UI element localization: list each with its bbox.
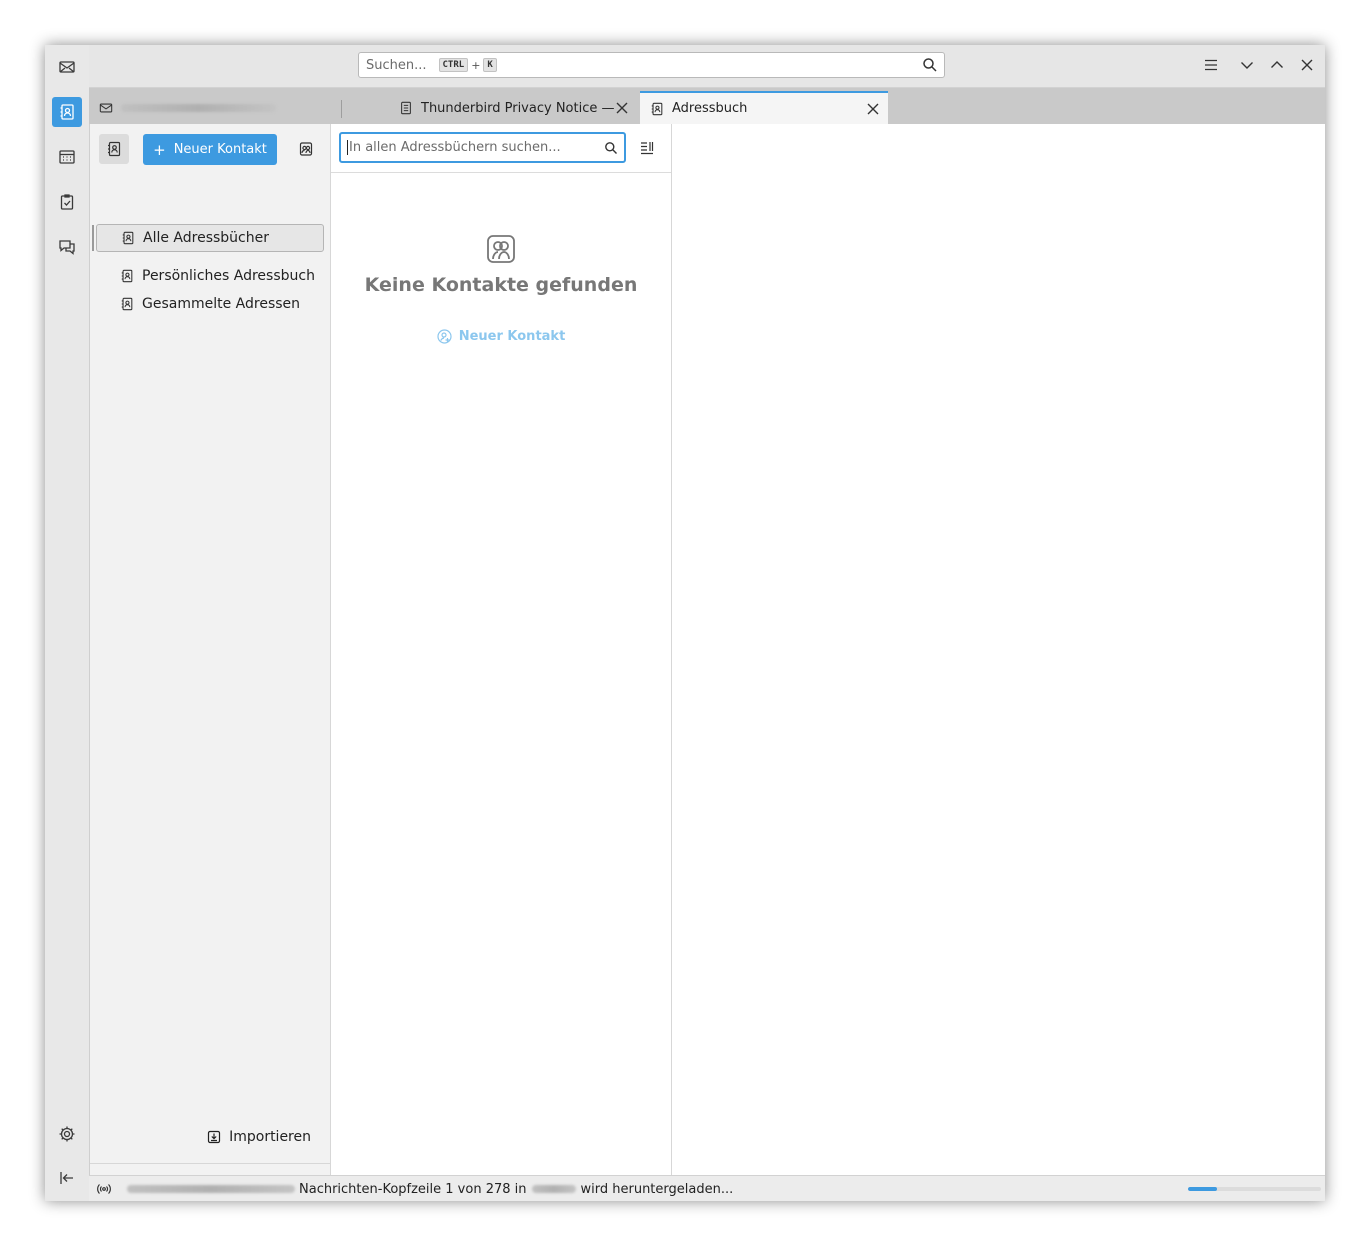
new-contact-button[interactable]: + Neuer Kontakt <box>143 134 277 165</box>
calendar-icon[interactable] <box>52 142 82 172</box>
redacted-account-name <box>121 104 276 112</box>
global-search-input[interactable]: Suchen... CTRL + K <box>358 52 945 78</box>
shortcut-key-k: K <box>483 58 497 72</box>
new-address-book-button[interactable] <box>99 134 129 164</box>
book-collected[interactable]: Gesammelte Adressen <box>96 290 324 318</box>
status-text-part1: Nachrichten-Kopfzeile 1 von 278 in <box>299 1181 527 1197</box>
minimize-icon[interactable] <box>1238 56 1256 74</box>
new-contact-label: Neuer Kontakt <box>173 142 267 157</box>
list-options-icon[interactable] <box>639 140 655 156</box>
close-tab-icon[interactable] <box>866 102 880 116</box>
tab-address-book[interactable]: Adressbuch <box>640 91 888 124</box>
progress-fill <box>1188 1187 1218 1191</box>
text-caret <box>347 140 348 155</box>
import-button[interactable]: Importieren <box>207 1129 311 1145</box>
mail-tab-icon <box>99 103 113 113</box>
chat-icon[interactable] <box>52 232 82 262</box>
address-book-add-icon <box>108 141 121 157</box>
search-placeholder: Suchen... <box>366 57 427 73</box>
new-contact-icon <box>437 329 452 344</box>
contact-details-pane <box>672 124 1325 1175</box>
tasks-icon[interactable] <box>52 187 82 217</box>
contacts-empty-icon <box>487 235 515 263</box>
import-icon <box>207 1130 221 1144</box>
focus-indicator <box>92 225 94 251</box>
contacts-list-pane: In allen Adressbüchern suchen... Keine K… <box>331 124 672 1175</box>
status-text-part2: wird heruntergeladen... <box>580 1181 734 1197</box>
tab-separator <box>341 100 342 118</box>
redacted-folder <box>531 1185 576 1193</box>
address-book-icon <box>121 269 133 283</box>
address-book-icon <box>122 231 134 245</box>
address-books-pane: + Neuer Kontakt Alle Adressbücher Persön… <box>90 124 331 1201</box>
address-book-icon <box>121 297 133 311</box>
tab-label: Adressbuch <box>672 101 748 116</box>
tab-label: Thunderbird Privacy Notice — <box>421 100 615 116</box>
import-label: Importieren <box>229 1129 311 1145</box>
mail-icon[interactable] <box>52 52 82 82</box>
close-tab-icon[interactable] <box>615 101 629 115</box>
new-list-button[interactable] <box>291 134 321 164</box>
spaces-toolbar <box>45 45 90 1201</box>
address-book-icon <box>651 102 663 115</box>
close-window-icon[interactable] <box>1298 56 1316 74</box>
book-all-address-books[interactable]: Alle Adressbücher <box>96 224 324 252</box>
empty-new-contact-label: Neuer Kontakt <box>458 329 566 344</box>
tab-mail[interactable] <box>89 92 339 124</box>
search-icon[interactable] <box>922 57 938 73</box>
contacts-list-header: In allen Adressbüchern suchen... <box>331 124 671 173</box>
collapse-icon[interactable] <box>52 1163 82 1193</box>
empty-state-title: Keine Kontakte gefunden <box>364 274 638 296</box>
status-bar: Nachrichten-Kopfzeile 1 von 278 in wird … <box>89 1175 1325 1201</box>
redacted-account <box>127 1185 295 1193</box>
title-bar: Suchen... CTRL + K <box>89 45 1325 88</box>
contacts-search-input[interactable]: In allen Adressbüchern suchen... <box>339 132 626 163</box>
thunderbird-window: Suchen... CTRL + K Thunderbird Privacy N… <box>45 45 1325 1201</box>
tab-strip: Thunderbird Privacy Notice — Adressbuch <box>89 88 1325 124</box>
settings-icon[interactable] <box>52 1119 82 1149</box>
book-label: Alle Adressbücher <box>143 230 269 246</box>
book-label: Persönliches Adressbuch <box>142 268 315 284</box>
app-menu-icon[interactable] <box>1202 56 1220 74</box>
download-progress-bar <box>1188 1187 1321 1191</box>
contact-list-icon <box>299 142 313 156</box>
shortcut-plus: + <box>471 58 481 72</box>
book-personal[interactable]: Persönliches Adressbuch <box>96 262 324 290</box>
document-icon <box>401 101 411 115</box>
address-book-icon[interactable] <box>52 97 82 127</box>
plus-icon: + <box>153 140 166 159</box>
book-label: Gesammelte Adressen <box>142 296 301 312</box>
search-icon <box>605 142 617 154</box>
shortcut-key-ctrl: CTRL <box>438 58 469 72</box>
online-status-icon[interactable] <box>96 1181 112 1197</box>
empty-new-contact-button[interactable]: Neuer Kontakt <box>331 329 671 344</box>
maximize-icon[interactable] <box>1268 56 1286 74</box>
tab-privacy-notice[interactable]: Thunderbird Privacy Notice — <box>389 92 637 124</box>
contacts-search-placeholder: In allen Adressbüchern suchen... <box>349 140 561 155</box>
